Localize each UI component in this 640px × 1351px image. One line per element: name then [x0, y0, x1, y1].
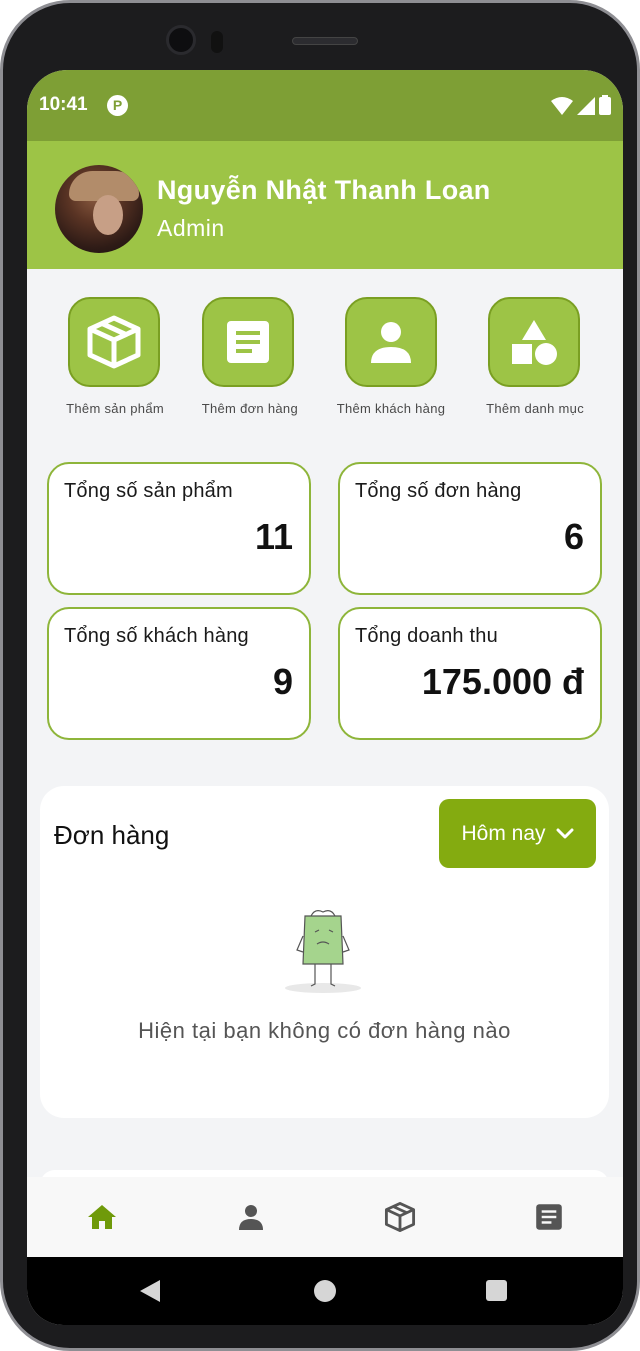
stat-value: 175.000 đ: [421, 661, 584, 702]
front-camera: [166, 25, 196, 55]
user-name: Nguyễn Nhật Thanh Loan: [157, 175, 491, 205]
earpiece-speaker: [292, 37, 358, 45]
stat-value: 11: [254, 516, 293, 557]
quick-action-add-product[interactable]: Thêm sản phẩm: [64, 297, 164, 418]
phone-frame: 10:41 P Nguyễn Nhật Thanh Loan Admin Thê…: [0, 0, 640, 1351]
status-time: 10:41: [39, 94, 88, 115]
stat-card-revenue[interactable]: Tổng doanh thu 175.000 đ: [338, 607, 602, 740]
status-bar: 10:41 P: [27, 70, 623, 141]
person-icon: [238, 1205, 263, 1230]
add-customer-button[interactable]: [345, 297, 437, 387]
person-icon: [371, 322, 411, 363]
quick-action-add-order[interactable]: Thêm đơn hàng: [198, 297, 298, 418]
stat-card-products[interactable]: Tổng số sản phẩm 11: [47, 462, 311, 595]
add-customer-label: Thêm khách hàng: [336, 401, 446, 416]
stat-card-orders[interactable]: Tổng số đơn hàng 6: [338, 462, 602, 595]
stat-value: 9: [272, 661, 293, 702]
quick-action-add-category[interactable]: Thêm danh mục: [484, 297, 584, 418]
wifi-icon: [551, 97, 573, 115]
home-button-icon[interactable]: [314, 1280, 336, 1302]
avatar[interactable]: [55, 165, 143, 253]
status-icons: [551, 95, 611, 115]
orders-card: Đơn hàng Hôm nay Hiện tại bạn không có đ…: [40, 786, 609, 1118]
box-icon: [87, 315, 141, 369]
screen: 10:41 P Nguyễn Nhật Thanh Loan Admin Thê…: [27, 70, 623, 1325]
notification-icon: P: [107, 95, 128, 116]
battery-icon: [599, 95, 611, 115]
stat-label: Tổng số đơn hàng: [355, 480, 522, 502]
sensor: [211, 31, 223, 53]
recents-icon[interactable]: [486, 1280, 507, 1301]
signal-icon: [577, 97, 595, 115]
quick-action-add-customer[interactable]: Thêm khách hàng: [337, 297, 445, 418]
nav-home[interactable]: [27, 1177, 176, 1257]
add-product-label: Thêm sản phẩm: [66, 401, 164, 416]
box-icon: [384, 1201, 415, 1233]
stat-label: Tổng doanh thu: [355, 625, 498, 647]
chevron-down-icon: [556, 828, 574, 838]
period-label: Hôm nay: [461, 821, 546, 845]
back-icon[interactable]: [140, 1280, 160, 1302]
stat-label: Tổng số sản phẩm: [64, 480, 233, 502]
shapes-icon: [512, 320, 557, 365]
home-icon: [87, 1205, 116, 1229]
user-role: Admin: [157, 215, 225, 241]
stat-value: 6: [563, 516, 584, 557]
empty-box-illustration: [285, 910, 361, 993]
bottom-navigation: [27, 1177, 623, 1257]
period-dropdown[interactable]: Hôm nay: [439, 799, 596, 868]
nav-customers[interactable]: [176, 1177, 325, 1257]
add-category-label: Thêm danh mục: [486, 401, 584, 416]
orders-title: Đơn hàng: [54, 820, 170, 850]
add-category-button[interactable]: [488, 297, 580, 387]
stat-card-customers[interactable]: Tổng số khách hàng 9: [47, 607, 311, 740]
empty-message: Hiện tại bạn không có đơn hàng nào: [138, 1018, 511, 1043]
add-order-label: Thêm đơn hàng: [201, 401, 298, 416]
document-icon: [227, 321, 269, 363]
nav-orders[interactable]: [474, 1177, 623, 1257]
add-order-button[interactable]: [202, 297, 294, 387]
document-icon: [535, 1204, 562, 1230]
system-navigation-bar: [27, 1257, 623, 1325]
nav-products[interactable]: [325, 1177, 474, 1257]
add-product-button[interactable]: [68, 297, 160, 387]
stat-label: Tổng số khách hàng: [64, 625, 249, 647]
profile-header: Nguyễn Nhật Thanh Loan Admin: [27, 141, 623, 269]
